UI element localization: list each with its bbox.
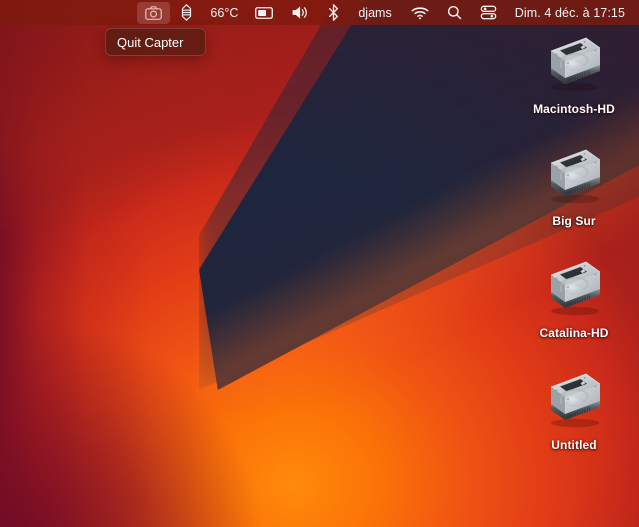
menu-extra-volume[interactable] — [283, 2, 318, 24]
menu-extra-display[interactable] — [247, 2, 281, 24]
menu-extra-control-center[interactable] — [472, 2, 505, 24]
menu-extra-wifi[interactable] — [403, 2, 437, 24]
hard-disk-icon — [542, 256, 606, 320]
menu-extra-spotlight[interactable] — [439, 2, 470, 24]
desktop-icon-catalina-hd[interactable]: Catalina-HD — [509, 250, 639, 362]
fan-icon — [180, 4, 193, 21]
menu-extra-capter[interactable] — [137, 1, 171, 24]
menu-item-quit-capter[interactable]: Quit Capter — [106, 35, 205, 50]
camera-icon — [145, 5, 163, 20]
menu-extra-user[interactable]: djams — [349, 2, 400, 24]
desktop-icon-macintosh-hd[interactable]: Macintosh-HD — [509, 26, 639, 138]
menu-bar: 66°C djams Dim. 4 déc. à 17:15 — [0, 0, 639, 25]
capter-dropdown-menu: Quit Capter — [105, 28, 206, 56]
desktop-icon-label: Catalina-HD — [539, 326, 609, 340]
desktop-icon-column: Macintosh-HD Big Sur Catalina-HD Untitle… — [509, 26, 639, 474]
bluetooth-icon — [328, 4, 339, 21]
menu-bar-status-items: 66°C djams Dim. 4 déc. à 17:15 — [136, 0, 630, 25]
menu-extra-temperature[interactable]: 66°C — [203, 2, 245, 24]
hard-disk-icon — [542, 32, 606, 96]
menu-bar-clock[interactable]: Dim. 4 déc. à 17:15 — [507, 2, 629, 24]
desktop-icon-label: Untitled — [551, 438, 597, 452]
speaker-icon — [291, 5, 310, 20]
desktop-icon-label: Macintosh-HD — [533, 102, 615, 116]
desktop-icon-big-sur[interactable]: Big Sur — [509, 138, 639, 250]
desktop-icon-label: Big Sur — [552, 214, 596, 228]
wifi-icon — [411, 6, 429, 20]
hard-disk-icon — [542, 144, 606, 208]
menu-extra-fan[interactable] — [172, 2, 201, 24]
display-icon — [255, 6, 274, 20]
desktop-screen: 66°C djams Dim. 4 déc. à 17:15 Quit Capt… — [0, 0, 639, 527]
desktop-icon-untitled[interactable]: Untitled — [509, 362, 639, 474]
hard-disk-icon — [542, 368, 606, 432]
menu-extra-bluetooth[interactable] — [320, 2, 347, 24]
control-center-icon — [480, 5, 497, 20]
search-icon — [447, 5, 462, 20]
